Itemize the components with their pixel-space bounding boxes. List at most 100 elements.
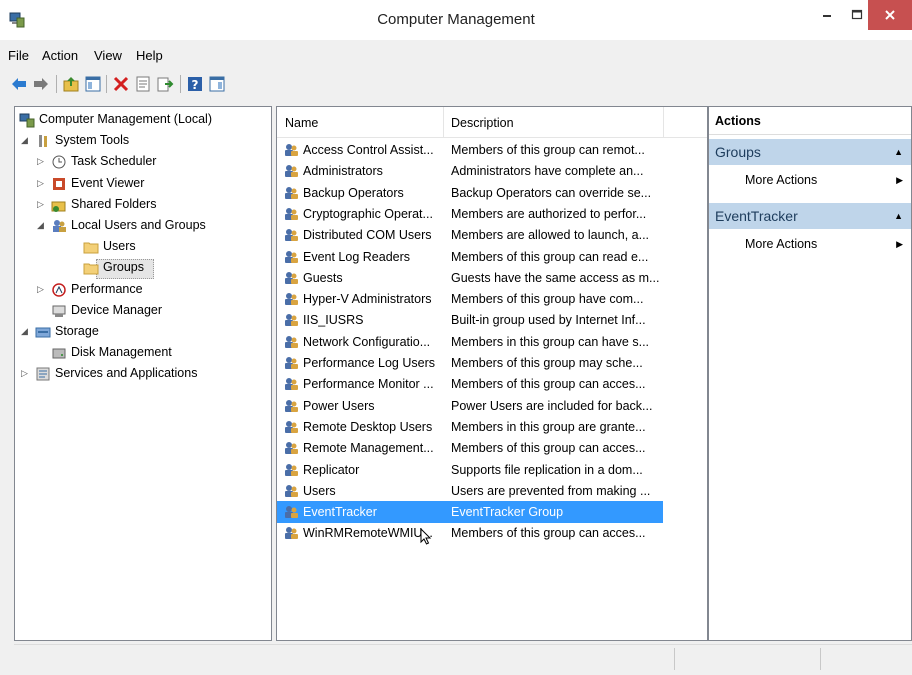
show-hide-console-tree-icon[interactable] bbox=[84, 75, 102, 93]
tree-item[interactable]: ▷ Shared Folders bbox=[15, 194, 271, 215]
group-icon bbox=[285, 506, 298, 519]
collapsed-triangle-icon[interactable]: ▷ bbox=[37, 279, 47, 300]
menu-help[interactable]: Help bbox=[136, 48, 163, 63]
expanded-triangle-icon[interactable]: ◢ bbox=[21, 321, 31, 342]
minimize-icon bbox=[823, 15, 831, 17]
group-row[interactable]: Performance Log Users Members of this gro… bbox=[277, 352, 707, 374]
menu-file[interactable]: File bbox=[8, 48, 29, 63]
menu-view[interactable]: View bbox=[94, 48, 122, 63]
title-bar[interactable]: Computer Management bbox=[0, 0, 912, 40]
collapsed-triangle-icon[interactable]: ▷ bbox=[21, 363, 31, 384]
collapse-up-icon[interactable]: ▲ bbox=[894, 139, 903, 165]
close-button[interactable] bbox=[868, 0, 912, 30]
tree-item-label: System Tools bbox=[55, 133, 130, 148]
actions-section-eventtracker[interactable]: EventTracker ▲ bbox=[709, 203, 911, 229]
tree-item[interactable]: ◢ System Tools bbox=[15, 130, 271, 151]
group-row[interactable]: Performance Monitor ... Members of this g… bbox=[277, 373, 707, 395]
more-actions-item[interactable]: More Actions ▶ bbox=[745, 231, 905, 257]
group-row[interactable]: Distributed COM Users Members are allowed… bbox=[277, 224, 707, 246]
group-icon bbox=[285, 442, 298, 455]
back-arrow-icon[interactable] bbox=[10, 75, 28, 93]
window-title: Computer Management bbox=[377, 11, 535, 28]
status-divider bbox=[820, 648, 821, 670]
folder-icon bbox=[83, 263, 99, 275]
properties-icon[interactable] bbox=[134, 75, 152, 93]
computer-management-window: Computer Management File Action View Hel… bbox=[0, 0, 912, 675]
group-row[interactable]: Remote Desktop Users Members in this grou… bbox=[277, 416, 707, 438]
help-icon[interactable]: ? bbox=[186, 75, 204, 93]
actions-section-groups[interactable]: Groups ▲ bbox=[709, 139, 911, 165]
list-header: Name Description bbox=[277, 107, 707, 138]
group-row[interactable]: Replicator Supports file replication in a… bbox=[277, 459, 707, 481]
group-row[interactable]: Event Log Readers Members of this group c… bbox=[277, 246, 707, 268]
disk-icon bbox=[52, 348, 66, 359]
submenu-arrow-icon: ▶ bbox=[896, 239, 903, 249]
group-name: Cryptographic Operat... bbox=[303, 206, 433, 221]
column-header-description[interactable]: Description bbox=[451, 116, 514, 130]
up-folder-icon[interactable] bbox=[62, 75, 80, 93]
group-row[interactable]: Guests Guests have the same access as m..… bbox=[277, 267, 707, 289]
submenu-arrow-icon: ▶ bbox=[896, 175, 903, 185]
group-description: Users are prevented from making ... bbox=[451, 483, 651, 498]
expanded-triangle-icon[interactable]: ◢ bbox=[37, 215, 47, 236]
group-name: Performance Monitor ... bbox=[303, 377, 434, 392]
menu-action[interactable]: Action bbox=[42, 48, 78, 63]
forward-arrow-icon[interactable] bbox=[32, 75, 50, 93]
group-description: Members of this group can read e... bbox=[451, 249, 649, 264]
group-name: EventTracker bbox=[303, 505, 377, 520]
show-hide-action-pane-icon[interactable] bbox=[208, 75, 226, 93]
tree-item[interactable]: Groups bbox=[15, 257, 271, 278]
group-row[interactable]: Hyper-V Administrators Members of this gr… bbox=[277, 288, 707, 310]
shared-folder-icon bbox=[51, 201, 66, 212]
tree-item-label: Disk Management bbox=[71, 345, 172, 360]
tree-item[interactable]: ◢ Local Users and Groups bbox=[15, 215, 271, 236]
group-row[interactable]: Power Users Power Users are included for … bbox=[277, 395, 707, 417]
tree-item[interactable]: ▷ Task Scheduler bbox=[15, 151, 271, 172]
group-row[interactable]: Cryptographic Operat... Members are autho… bbox=[277, 203, 707, 225]
collapsed-triangle-icon[interactable]: ▷ bbox=[37, 151, 47, 172]
group-name: Remote Management... bbox=[303, 441, 434, 456]
minimize-button[interactable] bbox=[812, 0, 842, 30]
collapsed-triangle-icon[interactable]: ▷ bbox=[37, 173, 47, 194]
group-icon bbox=[285, 314, 298, 327]
group-icon bbox=[285, 250, 298, 263]
group-row[interactable]: WinRMRemoteWMIU... Members of this group … bbox=[277, 522, 707, 544]
delete-icon[interactable] bbox=[112, 75, 130, 93]
tree-item[interactable]: Device Manager bbox=[15, 300, 271, 321]
groups-list-pane[interactable]: Name Description Access Control Assist..… bbox=[276, 106, 708, 641]
column-divider[interactable] bbox=[443, 107, 444, 137]
tree-item-label: Local Users and Groups bbox=[71, 218, 206, 232]
group-icon bbox=[285, 186, 298, 199]
menu-bar: File Action View Help bbox=[0, 44, 912, 66]
console-tree-pane[interactable]: Computer Management (Local) ◢ System Tools… bbox=[14, 106, 272, 641]
tree-item[interactable]: Users bbox=[15, 236, 271, 257]
group-description: Members of this group can acces... bbox=[451, 526, 646, 541]
group-row[interactable]: Remote Management... Members of this grou… bbox=[277, 437, 707, 459]
tree-item[interactable]: ▷ Event Viewer bbox=[15, 173, 271, 194]
export-list-icon[interactable] bbox=[156, 75, 174, 93]
group-row[interactable]: Network Configuratio... Members in this g… bbox=[277, 331, 707, 353]
column-header-name[interactable]: Name bbox=[285, 116, 318, 130]
tree-item[interactable]: Disk Management bbox=[15, 342, 271, 363]
expanded-triangle-icon[interactable]: ◢ bbox=[21, 130, 31, 151]
group-description: Guests have the same access as m... bbox=[451, 270, 660, 285]
collapsed-triangle-icon[interactable]: ▷ bbox=[37, 194, 47, 215]
tree-item[interactable]: ▷ Services and Applications bbox=[15, 363, 271, 384]
group-name: Replicator bbox=[303, 462, 360, 477]
more-actions-item[interactable]: More Actions ▶ bbox=[745, 167, 905, 193]
group-description: Built-in group used by Internet Inf... bbox=[451, 313, 646, 328]
tree-item[interactable]: Computer Management (Local) bbox=[15, 109, 271, 130]
group-name: IIS_IUSRS bbox=[303, 313, 364, 328]
group-row[interactable]: Access Control Assist... Members of this … bbox=[277, 139, 707, 161]
group-row[interactable]: EventTracker EventTracker Group bbox=[277, 501, 663, 524]
column-divider[interactable] bbox=[663, 107, 664, 137]
group-row[interactable]: IIS_IUSRS Built-in group used by Internet… bbox=[277, 309, 707, 331]
group-description: Members of this group may sche... bbox=[451, 356, 643, 370]
tree-item[interactable]: ◢ Storage bbox=[15, 321, 271, 342]
group-row[interactable]: Users Users are prevented from making ... bbox=[277, 480, 707, 502]
collapse-up-icon[interactable]: ▲ bbox=[894, 203, 903, 229]
tree-item[interactable]: ▷ Performance bbox=[15, 279, 271, 300]
group-row[interactable]: Administrators Administrators have comple… bbox=[277, 160, 707, 182]
mouse-cursor-icon bbox=[420, 528, 432, 545]
group-row[interactable]: Backup Operators Backup Operators can ove… bbox=[277, 182, 707, 204]
